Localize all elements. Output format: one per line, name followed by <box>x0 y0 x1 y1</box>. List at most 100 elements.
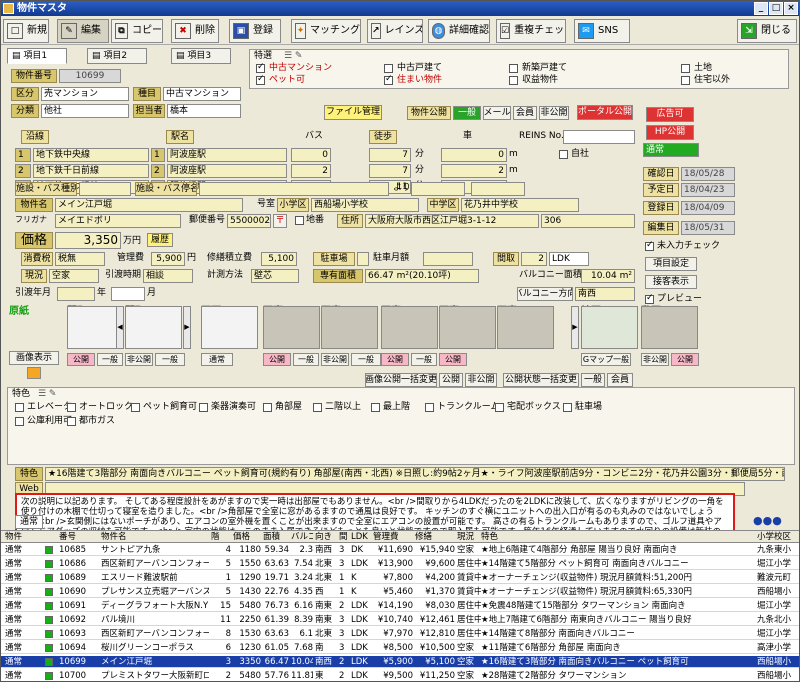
photo-status-button[interactable]: 一般 <box>97 353 123 366</box>
matching-button[interactable]: ✦ マッチング <box>291 19 361 43</box>
shisetsu-bus2-field[interactable] <box>199 182 389 196</box>
edit-button[interactable]: ✎ 編集 <box>57 19 109 43</box>
tab-item3[interactable]: ▤ 項目3 <box>171 48 231 64</box>
photo-thumbnail[interactable] <box>321 306 378 349</box>
car-min[interactable]: 0 <box>441 148 507 162</box>
setsubi-check[interactable] <box>313 403 322 412</box>
chusha-field[interactable] <box>357 252 369 266</box>
toho-min[interactable]: 7 <box>369 148 411 162</box>
jusho-field[interactable]: 大阪府大阪市西区江戸堀3-1-12 <box>365 214 539 228</box>
photo-thumbnail[interactable] <box>125 306 182 349</box>
shubetsu-select[interactable]: 中古マンション <box>163 87 241 101</box>
table-row[interactable]: 通常 10691 ディーグラフォート大阪N.Yタワー 15 548076.73 6.16南… <box>1 600 799 612</box>
madori-n[interactable]: 2 <box>521 252 547 266</box>
hikiwatashi-field[interactable]: 相談 <box>143 269 193 283</box>
photo-thumbnail[interactable] <box>497 306 554 349</box>
senyu-field[interactable]: 66.47 m²(20.10坪) <box>365 269 479 283</box>
delete-button[interactable]: ✖ 削除 <box>171 19 219 43</box>
kaiin-all-button[interactable]: 会員 <box>607 373 633 387</box>
photo-status-button[interactable]: 一般 <box>411 353 437 366</box>
balcony-muki-button[interactable]: バルコニー方向 <box>517 287 573 301</box>
reins-button[interactable]: ↗ レインズ <box>367 19 423 43</box>
chk-tochi[interactable] <box>681 64 690 73</box>
ippan-all-button[interactable]: 一般 <box>581 373 605 387</box>
arrow-left-icon[interactable]: ◀ <box>116 306 124 349</box>
setsubi-check[interactable] <box>425 403 434 412</box>
tanto-select[interactable]: 橋本 <box>167 104 241 118</box>
ensen-line[interactable]: 地下鉄千日前線 <box>33 164 149 178</box>
chk-shueki[interactable] <box>509 76 518 85</box>
reins-no-input[interactable] <box>563 130 635 144</box>
bus-min[interactable]: 0 <box>291 148 331 162</box>
sns-button[interactable]: ✉ SNS <box>574 19 630 43</box>
arrow-right-icon[interactable]: ▶ <box>183 306 191 349</box>
yubin-field[interactable]: 5500002 <box>227 214 271 228</box>
hikokai-all-button[interactable]: 非公開 <box>465 373 497 387</box>
chk-shinchiku-kodate[interactable] <box>509 64 518 73</box>
table-row[interactable]: 通常 10693 西区新町アーバンコンフォート 8 1530 63.63 6.1 北東 3 LDK… <box>1 628 799 640</box>
kokai-all-button[interactable]: 公開 <box>439 373 463 387</box>
ensen-line[interactable]: 地下鉄中央線 <box>33 148 149 162</box>
hp-kokai-button[interactable]: HP公開 <box>646 125 694 140</box>
setsubi-check[interactable] <box>371 403 380 412</box>
tab-item2[interactable]: ▤ 項目2 <box>87 48 147 64</box>
chk-chuko-mansion[interactable] <box>256 62 265 73</box>
komoku-settei-button[interactable]: 項目設定 <box>645 257 697 271</box>
bus-min[interactable]: 2 <box>291 164 331 178</box>
kanri-field[interactable]: 5,900 <box>151 252 185 266</box>
chk-minyuryoku[interactable] <box>645 240 654 251</box>
photo-status-button[interactable]: 公開 <box>263 353 291 366</box>
table-row[interactable]: 通常 10689 エスリード難波駅前 1 1290 19.71 3.24 北東 1 K ¥7,800… <box>1 572 799 584</box>
photo-thumbnail[interactable] <box>641 306 698 349</box>
chk-chiban[interactable] <box>295 216 304 225</box>
close-window-button[interactable]: × <box>784 2 798 15</box>
new-button[interactable]: □ 新規 <box>3 19 49 43</box>
chk-jisha[interactable] <box>559 150 568 159</box>
photo-thumbnail[interactable] <box>263 306 320 349</box>
chugakku-field[interactable]: 花乃井中学校 <box>461 198 579 212</box>
photo-status-button[interactable]: 公開 <box>381 353 409 366</box>
photo-status-button[interactable]: 非公開 <box>641 353 669 366</box>
toho-min[interactable]: 7 <box>369 164 411 178</box>
table-row[interactable]: 通常 10700 プレミストタワー大阪新町ローレルコート 2 548057.7611.8… <box>1 670 799 681</box>
car-min[interactable]: 2 <box>441 164 507 178</box>
kaiin-button[interactable]: 会員 <box>513 106 537 120</box>
balcony-field[interactable]: 10.04 m² <box>581 269 635 283</box>
postal-icon[interactable]: 〒 <box>273 214 287 228</box>
table-row[interactable]: 通常 10685 サントピア九条 4 1180 59.34 2.3 南西 3 DK ¥11,690 ¥… <box>1 544 799 556</box>
shogakku-field[interactable]: 西船場小学校 <box>311 198 419 212</box>
nen-field[interactable] <box>57 287 95 301</box>
setsubi-check[interactable] <box>495 403 504 412</box>
image-display-button[interactable]: 画像表示 <box>9 351 59 365</box>
shohizei-field[interactable]: 税無 <box>55 252 105 266</box>
keisan-field[interactable]: 壁芯 <box>251 269 299 283</box>
table-row[interactable]: 通常 10692 パル境川 11 2250 61.39 8.39 南東 3 LDK ¥10,740 ¥… <box>1 614 799 626</box>
status-select[interactable]: 通常 <box>643 143 699 157</box>
madori-type-select[interactable]: LDK <box>549 252 589 266</box>
table-row[interactable]: 通常 10694 桜川グリーンコーポラス 6 1230 61.05 7.68 南 3 LDK ¥8,… <box>1 642 799 654</box>
photo-status-button[interactable]: 一般 <box>293 353 319 366</box>
photo-status-button[interactable]: 公開 <box>439 353 467 366</box>
eki-name[interactable]: 阿波座駅 <box>167 148 287 162</box>
table-row[interactable]: 通常 10690 プレサンス立売堀アーバンスタイル 5 143022.76 4.35西 1K… <box>1 586 799 598</box>
hikokai-button[interactable]: 非公開 <box>539 106 569 120</box>
photo-thumbnail[interactable] <box>581 306 638 349</box>
chusha-getsu-field[interactable] <box>423 252 473 266</box>
chk-sumai[interactable] <box>384 74 393 85</box>
muki-field[interactable]: 南西 <box>575 287 635 301</box>
photo-thumbnail[interactable] <box>439 306 496 349</box>
sekkyaku-button[interactable]: 接客表示 <box>645 275 697 289</box>
nav-dots-icon[interactable]: ●●● <box>753 515 782 527</box>
setsubi-check[interactable] <box>131 403 140 412</box>
bunrui-select[interactable]: 他社 <box>41 104 129 118</box>
photo-status-button[interactable]: 公開 <box>671 353 699 366</box>
arrow-map-icon[interactable]: ▶ <box>571 306 579 349</box>
setsubi-check[interactable] <box>15 403 24 412</box>
shisetsu-dist[interactable] <box>411 182 465 196</box>
shuzen-field[interactable]: 5,100 <box>261 252 297 266</box>
close-button[interactable]: ⇲ 閉じる <box>737 19 797 43</box>
photo-status-button[interactable]: Gマップ一般 <box>581 353 631 366</box>
setsubi-check[interactable] <box>67 403 76 412</box>
rireki-button[interactable]: 履歴 <box>147 233 173 247</box>
image-ikkatsu-button[interactable]: 画像公開一括変更 <box>365 373 437 387</box>
